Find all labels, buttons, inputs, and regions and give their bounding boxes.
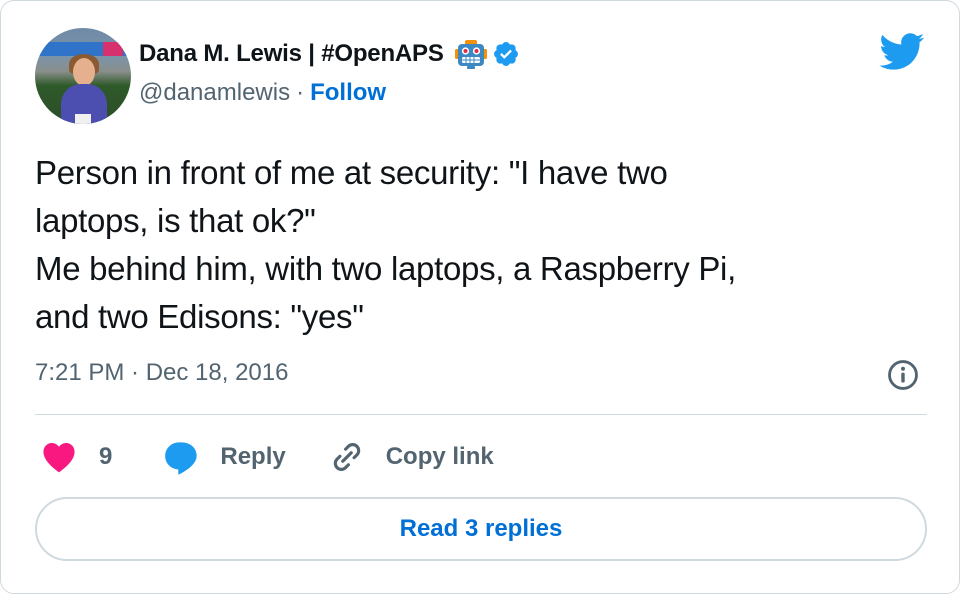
author-name-row: Dana M. Lewis | #OpenAPS	[139, 39, 520, 69]
avatar-photo-bib	[75, 114, 91, 124]
info-icon[interactable]	[886, 358, 920, 392]
link-icon	[333, 443, 360, 471]
like-count: 9	[99, 443, 113, 470]
author-display-name[interactable]: Dana M. Lewis | #OpenAPS	[139, 40, 444, 68]
copy-link-label: Copy link	[385, 443, 494, 470]
tweet-text: Person in front of me at security: "I ha…	[35, 154, 736, 335]
avatar-photo-face	[73, 58, 95, 86]
separator-dot: ·	[296, 79, 305, 106]
twitter-bird-icon[interactable]	[879, 33, 925, 71]
avatar-photo-banner-accent	[103, 42, 123, 56]
follow-link[interactable]: Follow	[310, 79, 386, 107]
like-button[interactable]: 9	[41, 441, 112, 473]
tweet-timestamp[interactable]: 7:21 PM · Dec 18, 2016	[35, 359, 288, 387]
copy-link-button[interactable]: Copy link	[330, 440, 494, 474]
reply-label: Reply	[220, 443, 286, 470]
read-replies-button[interactable]: Read 3 replies	[35, 497, 927, 561]
author-avatar[interactable]	[35, 28, 131, 124]
author-handle[interactable]: @danamlewis	[139, 79, 290, 107]
verified-badge-icon	[492, 40, 520, 68]
speech-bubble-icon	[165, 442, 198, 475]
robot-face-icon	[454, 39, 488, 69]
tweet-card: Dana M. Lewis | #OpenAPS @danamlewis · F…	[0, 0, 960, 594]
author-handle-row: @danamlewis · Follow	[139, 79, 386, 107]
divider	[35, 414, 927, 415]
tweet-actions: 9 Reply Copy link	[35, 437, 494, 477]
reply-button[interactable]: Reply	[162, 438, 286, 476]
heart-icon	[43, 443, 75, 473]
